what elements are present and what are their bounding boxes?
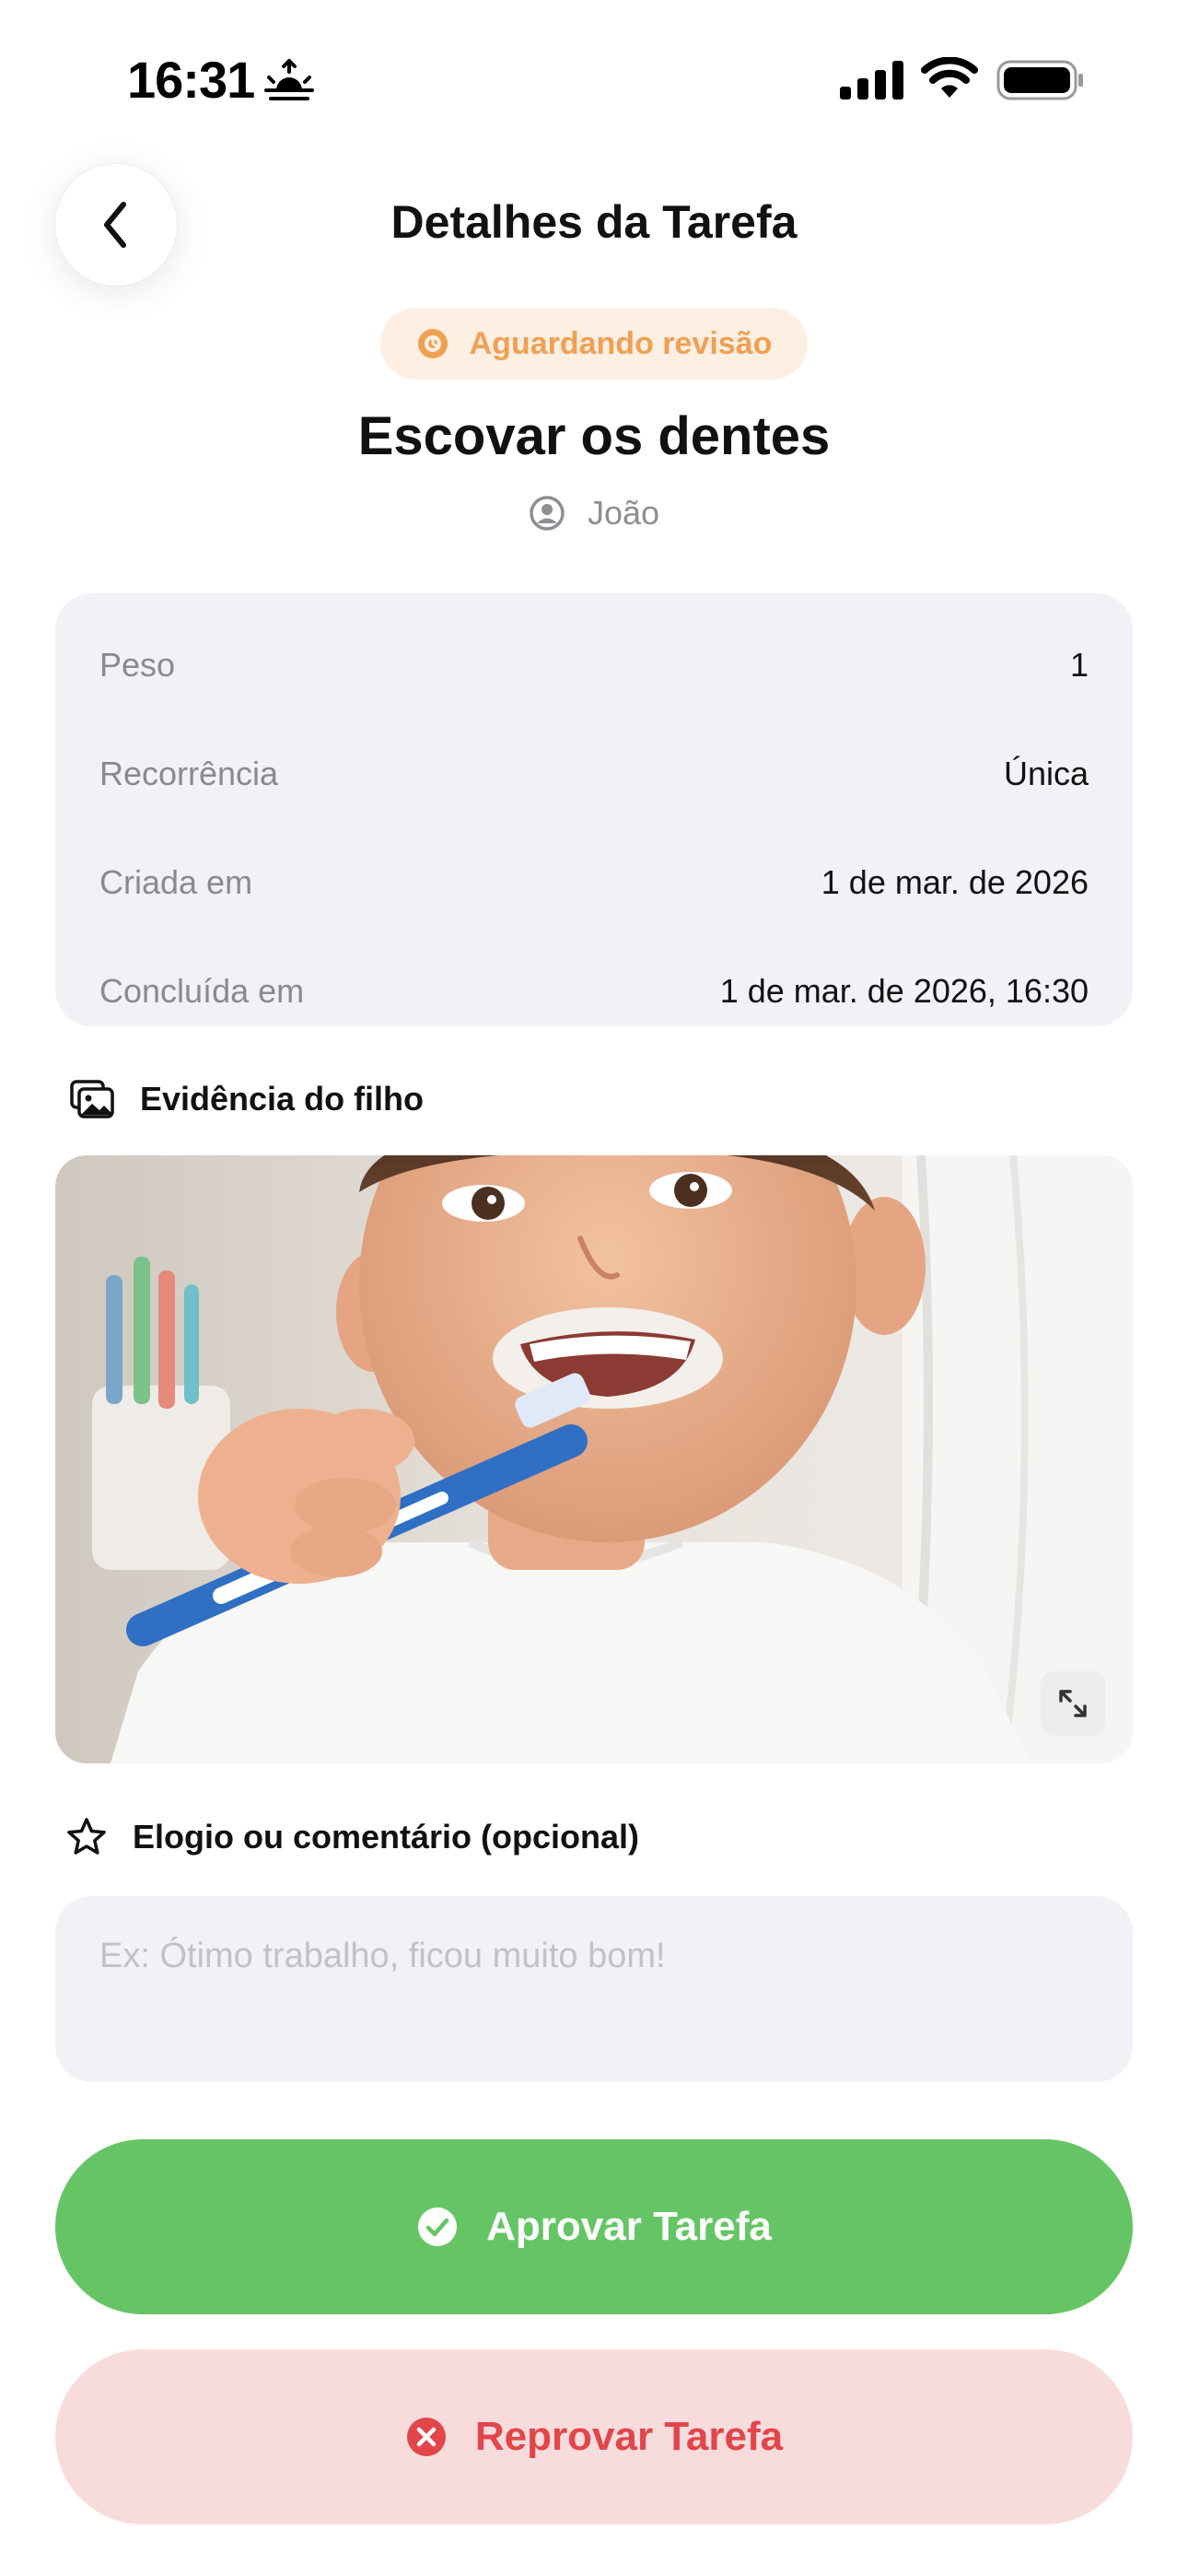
evidence-header: Evidência do filho: [70, 1080, 424, 1118]
comment-title: Elogio ou comentário (opcional): [133, 1818, 640, 1856]
status-badge-label: Aguardando revisão: [469, 325, 773, 361]
expand-icon: [1059, 1690, 1087, 1717]
evidence-photo[interactable]: [55, 1155, 1133, 1763]
assignee-name: João: [587, 494, 660, 532]
detail-label: Recorrência: [99, 755, 279, 792]
details-card: Peso 1 Recorrência Única Criada em 1 de …: [55, 593, 1133, 1026]
detail-row-created: Criada em 1 de mar. de 2026: [99, 855, 1089, 910]
task-details-screen: 16:31 Detalhes da Tarefa Aguardando revi…: [0, 0, 1188, 2576]
star-icon: [67, 1818, 106, 1855]
detail-label: Peso: [99, 646, 176, 684]
clock-icon: [417, 329, 448, 358]
signal-icon: [840, 61, 903, 100]
x-circle-icon: [406, 2418, 446, 2456]
task-title: Escovar os dentes: [357, 406, 831, 466]
detail-row-completed: Concluída em 1 de mar. de 2026, 16:30: [99, 964, 1089, 1019]
sunrise-icon: [264, 59, 314, 100]
detail-value: 1: [1069, 646, 1089, 684]
detail-label: Concluída em: [99, 972, 305, 1010]
detail-label: Criada em: [99, 863, 253, 901]
comment-input[interactable]: [55, 1896, 1133, 2082]
detail-value: 1 de mar. de 2026: [821, 863, 1089, 901]
person-circle-icon: [530, 496, 565, 531]
reject-button-label: Reprovar Tarefa: [474, 2414, 784, 2459]
approve-button-label: Aprovar Tarefa: [486, 2204, 772, 2249]
detail-value: 1 de mar. de 2026, 16:30: [719, 972, 1089, 1010]
detail-value: Única: [1003, 755, 1089, 792]
expand-button[interactable]: [1041, 1671, 1105, 1736]
reject-button[interactable]: Reprovar Tarefa: [55, 2349, 1133, 2524]
comment-header: Elogio ou comentário (opcional): [66, 1817, 639, 1857]
checkmark-circle-icon: [418, 2207, 458, 2246]
status-badge: Aguardando revisão: [380, 308, 808, 380]
page-title: Detalhes da Tarefa: [390, 196, 798, 248]
approve-button[interactable]: Aprovar Tarefa: [55, 2139, 1133, 2314]
detail-row-weight: Peso 1: [99, 638, 1089, 693]
evidence-title: Evidência do filho: [140, 1080, 425, 1118]
child-brushing-teeth-photo: [55, 1155, 1133, 1763]
assignee: João: [0, 494, 1188, 533]
detail-row-recurrence: Recorrência Única: [99, 746, 1089, 802]
status-time: 16:31: [127, 51, 255, 109]
photos-icon: [70, 1080, 114, 1118]
status-bar: 16:31: [0, 0, 1188, 157]
wifi-icon: [921, 57, 978, 98]
battery-icon: [996, 60, 1083, 100]
